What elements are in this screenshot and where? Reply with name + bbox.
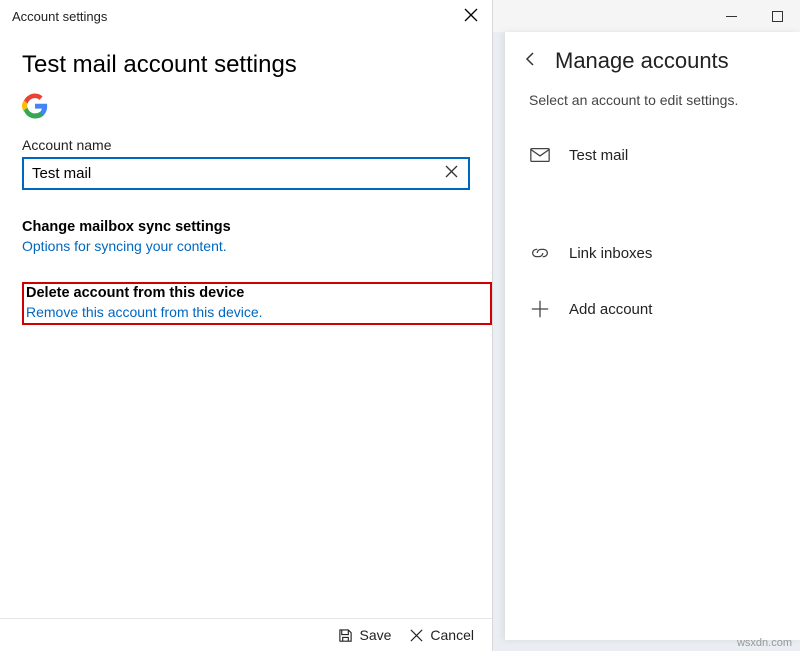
- change-sync-settings[interactable]: Change mailbox sync settings Options for…: [0, 218, 492, 282]
- delete-account-from-device[interactable]: Delete account from this device Remove t…: [26, 284, 488, 322]
- cancel-icon: [409, 628, 424, 643]
- plus-icon: [529, 298, 551, 320]
- cancel-button[interactable]: Cancel: [409, 627, 474, 643]
- account-row-test-mail[interactable]: Test mail: [505, 130, 800, 180]
- manage-accounts-panel: Manage accounts Select an account to edi…: [505, 32, 800, 640]
- link-inboxes-button[interactable]: Link inboxes: [505, 228, 800, 278]
- manage-accounts-title: Manage accounts: [555, 48, 729, 74]
- save-icon: [338, 628, 353, 643]
- delete-account-title: Delete account from this device: [26, 284, 488, 303]
- watermark: wsxdn.com: [737, 637, 792, 649]
- dialog-title: Test mail account settings: [0, 33, 492, 93]
- link-icon: [529, 242, 551, 264]
- cancel-label: Cancel: [430, 627, 474, 643]
- maximize-button[interactable]: [754, 0, 800, 32]
- delete-account-highlight: Delete account from this device Remove t…: [22, 282, 492, 326]
- change-sync-title: Change mailbox sync settings: [22, 218, 470, 237]
- google-logo-icon: [22, 93, 48, 119]
- mail-icon: [529, 144, 551, 166]
- dialog-bottom-bar: Save Cancel: [0, 618, 492, 651]
- manage-accounts-subtitle: Select an account to edit settings.: [505, 92, 800, 130]
- account-row-label: Test mail: [569, 147, 628, 164]
- clear-input-icon[interactable]: [439, 163, 464, 185]
- close-button[interactable]: [458, 4, 484, 29]
- dialog-header-text: Account settings: [12, 9, 107, 24]
- delete-account-subtitle: Remove this account from this device.: [26, 303, 488, 322]
- account-settings-dialog: Account settings Test mail account setti…: [0, 0, 493, 651]
- change-sync-subtitle: Options for syncing your content.: [22, 237, 470, 256]
- back-button[interactable]: [519, 49, 543, 74]
- save-button[interactable]: Save: [338, 627, 391, 643]
- account-name-input[interactable]: [22, 157, 470, 190]
- window-titlebar: [474, 0, 800, 32]
- save-label: Save: [359, 627, 391, 643]
- account-name-label: Account name: [0, 137, 492, 157]
- link-inboxes-label: Link inboxes: [569, 245, 652, 262]
- add-account-label: Add account: [569, 301, 652, 318]
- minimize-button[interactable]: [708, 0, 754, 32]
- add-account-button[interactable]: Add account: [505, 284, 800, 334]
